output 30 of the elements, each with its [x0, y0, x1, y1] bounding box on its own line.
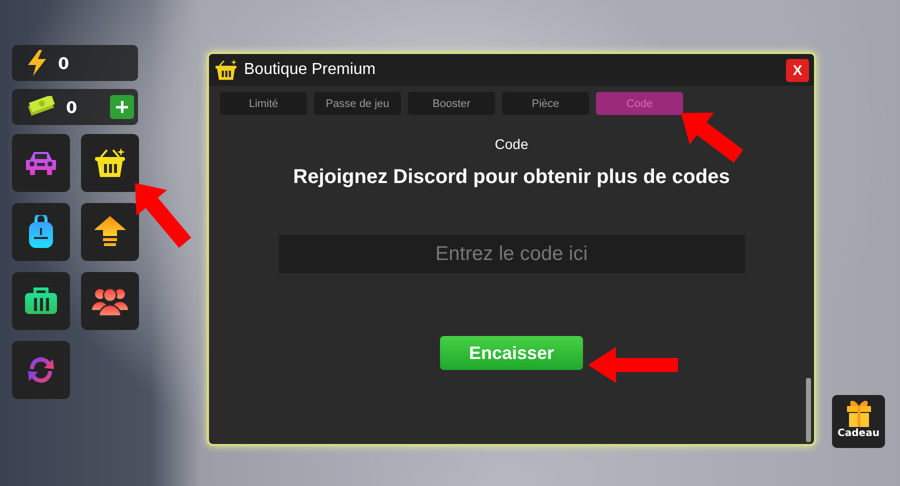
stat-value: 0 [58, 54, 70, 72]
shop-tab[interactable]: Booster [408, 92, 495, 115]
shop-tab[interactable]: Pièce [502, 92, 589, 115]
backpack-icon [27, 215, 55, 249]
group-icon [92, 286, 128, 316]
shop-tab[interactable]: Passe de jeu [314, 92, 401, 115]
plus-icon [116, 101, 128, 113]
menu-button[interactable] [12, 203, 70, 261]
gift-button[interactable]: Cadeau [832, 395, 885, 448]
briefcase-icon [24, 287, 58, 315]
basket-icon [214, 58, 238, 82]
menu-button[interactable] [12, 272, 70, 330]
pointer-arrow [135, 183, 192, 248]
menu-button[interactable] [81, 272, 139, 330]
basket-icon [93, 147, 127, 179]
lightning-icon [26, 50, 48, 76]
section-heading: Code [494, 136, 528, 152]
stat-value: 0 [66, 98, 78, 116]
discord-message: Rejoignez Discord pour obtenir plus de codes [293, 166, 730, 189]
menu-button[interactable] [81, 134, 139, 192]
add-button[interactable] [110, 95, 134, 119]
pointer-arrow [681, 112, 744, 163]
close-button[interactable]: X [786, 58, 809, 82]
car-icon [24, 150, 58, 176]
scrollbar[interactable] [806, 378, 811, 442]
shop-tab[interactable]: Limité [220, 92, 307, 115]
window-title: Boutique Premium [244, 61, 377, 79]
menu-button[interactable] [81, 203, 139, 261]
code-input-field[interactable]: Entrez le code ici [278, 235, 744, 273]
up-arrow-icon [94, 216, 126, 248]
